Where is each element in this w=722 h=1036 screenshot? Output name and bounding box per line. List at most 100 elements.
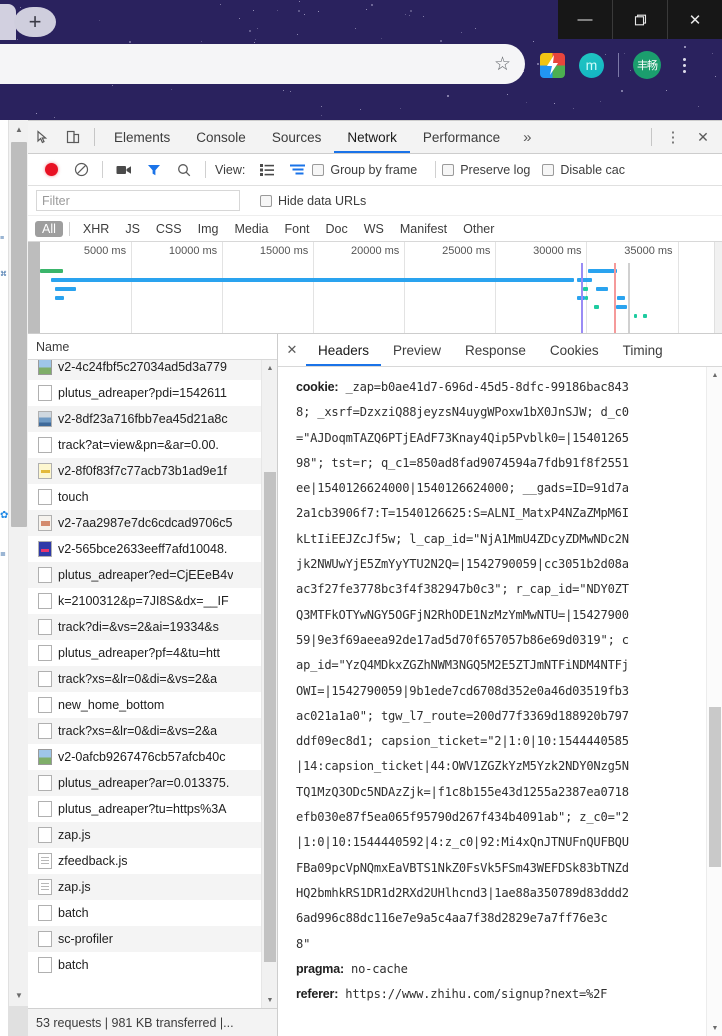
tab-timing[interactable]: Timing [611, 334, 675, 366]
tab-cookies[interactable]: Cookies [538, 334, 611, 366]
clear-button[interactable] [66, 155, 96, 185]
preserve-log-checkbox[interactable]: Preserve log [442, 163, 530, 177]
type-filter-doc[interactable]: Doc [319, 221, 355, 237]
minimize-icon[interactable]: — [558, 0, 612, 39]
request-list-scrollbar[interactable]: ▲ ▼ [261, 360, 277, 1008]
filter-icon[interactable] [139, 155, 169, 185]
request-list-header[interactable]: Name [28, 334, 277, 360]
capture-screenshots-icon[interactable] [109, 155, 139, 185]
scroll-down-arrow[interactable]: ▼ [9, 986, 29, 1004]
table-row[interactable]: v2-8f0f83f7c77acb73b1ad9e1f [28, 458, 277, 484]
headers-scrollbar[interactable]: ▲ ▼ [706, 367, 722, 1036]
type-filter-xhr[interactable]: XHR [76, 221, 116, 237]
tab-preview[interactable]: Preview [381, 334, 453, 366]
scrollbar-thumb[interactable] [11, 142, 27, 527]
checkbox-icon[interactable] [442, 163, 455, 176]
table-row[interactable]: plutus_adreaper?pdi=1542611 [28, 380, 277, 406]
table-row[interactable]: new_home_bottom [28, 692, 277, 718]
avatar[interactable]: 丰畅 [633, 51, 661, 79]
device-toolbar-icon[interactable] [58, 123, 88, 151]
scroll-down-arrow[interactable]: ▼ [262, 992, 277, 1008]
browser-menu-icon[interactable] [675, 57, 693, 73]
scrollbar-thumb[interactable] [264, 472, 276, 962]
table-row[interactable]: track?xs=&lr=0&di=&vs=2&a [28, 666, 277, 692]
table-row[interactable]: batch [28, 900, 277, 926]
address-bar[interactable]: ☆ [0, 44, 525, 84]
table-row[interactable]: track?di=&vs=2&ai=19334&s [28, 614, 277, 640]
more-tabs-icon[interactable]: » [513, 129, 541, 146]
table-row[interactable]: k=2100312&p=7JI8S&dx=__IF [28, 588, 277, 614]
table-row[interactable]: zfeedback.js [28, 848, 277, 874]
table-row[interactable]: v2-0afcb9267476cb57afcb40c [28, 744, 277, 770]
type-filter-css[interactable]: CSS [149, 221, 189, 237]
table-row[interactable]: plutus_adreaper?ar=0.013375. [28, 770, 277, 796]
tab-response[interactable]: Response [453, 334, 538, 366]
table-row[interactable]: batch [28, 952, 277, 978]
waterfall-view-icon[interactable] [282, 155, 312, 185]
generic-file-icon [38, 385, 52, 401]
tab-network[interactable]: Network [334, 121, 410, 153]
page-scrollbar[interactable]: ▲ ▼ [8, 120, 29, 1036]
scroll-down-arrow[interactable]: ▼ [707, 1020, 722, 1036]
request-name: track?xs=&lr=0&di=&vs=2&a [58, 724, 218, 738]
tab-sources[interactable]: Sources [259, 121, 335, 153]
inspect-element-icon[interactable] [28, 123, 58, 151]
window-controls: — ✕ [558, 0, 722, 39]
checkbox-icon[interactable] [260, 194, 272, 207]
new-tab-button[interactable]: + [14, 7, 56, 37]
table-row[interactable]: zap.js [28, 822, 277, 848]
record-button[interactable] [36, 155, 66, 185]
list-view-icon[interactable] [252, 155, 282, 185]
scroll-up-arrow[interactable]: ▲ [9, 120, 29, 138]
table-row[interactable]: v2-7aa2987e7dc6cdcad9706c5 [28, 510, 277, 536]
table-row[interactable]: track?xs=&lr=0&di=&vs=2&a [28, 718, 277, 744]
hide-data-urls-label: Hide data URLs [278, 193, 367, 208]
table-row[interactable]: plutus_adreaper?pf=4&tu=htt [28, 640, 277, 666]
table-row[interactable]: sc-profiler [28, 926, 277, 952]
devtools-menu-icon[interactable]: ⋮ [658, 123, 688, 151]
devtools-close-icon[interactable]: ✕ [688, 123, 718, 151]
table-row[interactable]: v2-8df23a716fbb7ea45d21a8c [28, 406, 277, 432]
request-list-body[interactable]: v2-4c24fbf5c27034ad5d3a779 plutus_adreape… [28, 360, 277, 1008]
type-filter-manifest[interactable]: Manifest [393, 221, 454, 237]
star-dot [621, 89, 624, 92]
tab-console[interactable]: Console [183, 121, 259, 153]
table-row[interactable]: v2-4c24fbf5c27034ad5d3a779 [28, 360, 277, 380]
table-row[interactable]: plutus_adreaper?ed=CjEEeB4v [28, 562, 277, 588]
type-filter-ws[interactable]: WS [357, 221, 391, 237]
search-icon[interactable] [169, 155, 199, 185]
status-text: 53 requests | 981 KB transferred |... [36, 1015, 234, 1030]
restore-icon[interactable] [613, 0, 667, 39]
group-by-frame-checkbox[interactable]: Group by frame [312, 163, 417, 177]
scroll-up-arrow[interactable]: ▲ [707, 367, 722, 383]
table-row[interactable]: touch [28, 484, 277, 510]
table-row[interactable]: v2-565bce2633eeff7afd10048. [28, 536, 277, 562]
extension-flash-icon[interactable] [540, 52, 565, 78]
close-icon[interactable]: ✕ [668, 0, 722, 39]
table-row[interactable]: plutus_adreaper?tu=https%3A [28, 796, 277, 822]
scroll-up-arrow[interactable]: ▲ [262, 360, 277, 376]
type-filter-media[interactable]: Media [227, 221, 275, 237]
checkbox-icon[interactable] [542, 163, 555, 176]
filter-input[interactable] [36, 190, 240, 211]
tab-elements[interactable]: Elements [101, 121, 183, 153]
disable-cache-checkbox[interactable]: Disable cac [542, 163, 625, 177]
type-filter-other[interactable]: Other [456, 221, 501, 237]
checkbox-icon[interactable] [312, 163, 325, 176]
bookmark-star-icon[interactable]: ☆ [494, 53, 511, 76]
type-filter-js[interactable]: JS [118, 221, 147, 237]
tab-headers[interactable]: Headers [306, 334, 382, 366]
table-row[interactable]: track?at=view&pn=&ar=0.00. [28, 432, 277, 458]
extension-m-icon[interactable]: m [579, 52, 604, 78]
tab-performance[interactable]: Performance [410, 121, 513, 153]
table-row[interactable]: zap.js [28, 874, 277, 900]
type-filter-all[interactable]: All [35, 220, 63, 237]
hide-data-urls-checkbox[interactable]: Hide data URLs [260, 194, 366, 208]
type-filter-img[interactable]: Img [191, 221, 226, 237]
overview-left-grip[interactable] [28, 242, 40, 333]
network-overview-chart[interactable]: 5000 ms 10000 ms 15000 ms 20000 ms 25000 ms 3… [28, 242, 722, 334]
detail-close-icon[interactable]: ✕ [278, 334, 306, 366]
scrollbar-thumb[interactable] [709, 707, 721, 867]
type-filter-font[interactable]: Font [278, 221, 317, 237]
headers-content[interactable]: cookie: _zap=b0ae41d7-696d-45d5-8dfc-991… [278, 367, 722, 1036]
